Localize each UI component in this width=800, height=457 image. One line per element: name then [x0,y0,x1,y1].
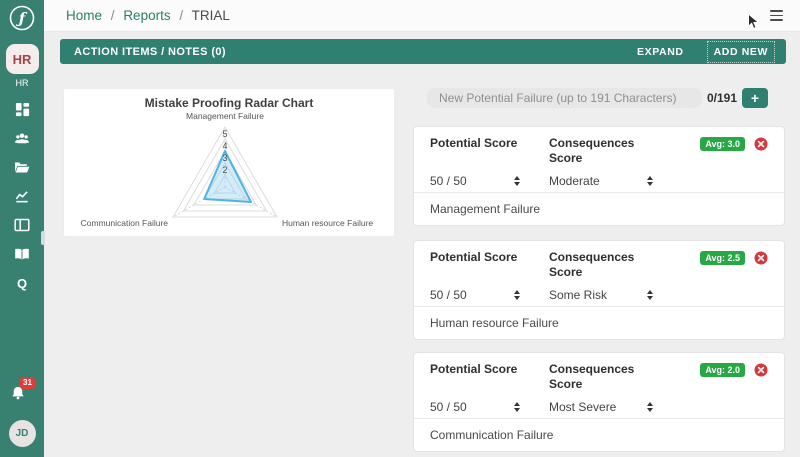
potential-score-select[interactable]: 50 / 50 [430,174,520,188]
user-avatar[interactable]: JD [8,420,36,447]
radar-chart-card: Mistake Proofing Radar Chart 2 3 4 5 Managem… [63,88,395,237]
potential-score-value: 50 / 50 [430,400,467,414]
action-items-bar: ACTION ITEMS / NOTES (0) EXPAND ADD NEW [60,39,786,64]
add-new-button[interactable]: ADD NEW [706,40,776,63]
avg-score-badge: Avg: 2.5 [700,251,745,265]
notifications-bell-icon[interactable]: 31 [10,377,35,406]
avg-score-badge: Avg: 2.0 [700,363,745,377]
consequences-score-select[interactable]: Some Risk [549,288,653,302]
delete-icon[interactable] [754,251,768,265]
potential-score-label: Potential Score [430,136,518,150]
breadcrumb-separator: / [179,8,184,23]
delete-icon[interactable] [754,137,768,151]
dashboard-icon[interactable] [11,98,33,120]
app-logo-icon[interactable]: ƒ [8,4,36,37]
sidebar: ƒ HR HR Q 31 JD [0,0,44,457]
menu-hamburger-icon[interactable] [769,7,784,23]
topbar: Home / Reports / TRIAL [44,0,800,32]
sidebar-nav: Q [11,98,33,294]
sidebar-bottom: 31 JD [8,377,36,457]
book-icon[interactable] [11,243,33,265]
svg-text:4: 4 [222,141,227,151]
folder-icon[interactable] [11,156,33,178]
breadcrumb-reports-link[interactable]: Reports [123,8,170,23]
consequences-score-value: Moderate [549,174,600,188]
select-arrows-icon [647,176,653,186]
sidebar-resize-handle[interactable] [41,231,45,245]
potential-score-value: 50 / 50 [430,288,467,302]
avg-score-badge: Avg: 3.0 [700,137,745,151]
users-icon[interactable] [11,127,33,149]
breadcrumb-separator: / [110,8,115,23]
consequences-score-select[interactable]: Moderate [549,174,653,188]
char-counter: 0/191 [707,91,738,105]
potential-score-value: 50 / 50 [430,174,467,188]
select-arrows-icon [514,402,520,412]
action-item-card: Potential Score Consequences Score Avg: … [413,126,785,226]
potential-score-select[interactable]: 50 / 50 [430,400,520,414]
radar-chart: 2 3 4 5 Management Failure Human resource Fai… [81,111,374,228]
org-label: HR [15,78,29,88]
consequences-score-select[interactable]: Most Severe [549,400,653,414]
consequences-score-value: Some Risk [549,288,608,302]
app-window: ƒ HR HR Q 31 JD Home / Reports / TRIAL A… [0,0,800,457]
consequences-score-label: Consequences Score [549,250,635,279]
failure-title: Communication Failure [414,418,784,451]
org-badge[interactable]: HR [5,44,39,74]
svg-text:Communication Failure: Communication Failure [81,218,169,228]
failure-title: Management Failure [414,192,784,225]
potential-score-label: Potential Score [430,250,518,264]
failure-title: Human resource Failure [414,306,784,339]
consequences-score-label: Consequences Score [549,136,635,165]
breadcrumb-current: TRIAL [191,8,230,23]
notification-count-badge: 31 [20,377,35,389]
svg-text:Human resource Failure: Human resource Failure [282,218,373,228]
breadcrumb-home-link[interactable]: Home [66,8,102,23]
potential-score-label: Potential Score [430,362,518,376]
delete-icon[interactable] [754,363,768,377]
svg-text:ƒ: ƒ [16,10,28,28]
action-item-card: Potential Score Consequences Score Avg: … [413,240,785,340]
consequences-score-label: Consequences Score [549,362,635,391]
svg-text:Management Failure: Management Failure [186,111,264,121]
search-q-icon[interactable]: Q [11,272,33,294]
expand-button[interactable]: EXPAND [633,44,688,60]
radar-chart-title: Mistake Proofing Radar Chart [144,96,314,110]
select-arrows-icon [514,290,520,300]
new-failure-input[interactable] [427,88,702,108]
select-arrows-icon [647,402,653,412]
action-item-card: Potential Score Consequences Score Avg: … [413,352,785,452]
action-items-title: ACTION ITEMS / NOTES (0) [74,45,226,58]
consequences-score-value: Most Severe [549,400,617,414]
add-failure-button[interactable]: + [742,88,768,108]
select-arrows-icon [647,290,653,300]
svg-text:5: 5 [222,129,227,139]
potential-score-select[interactable]: 50 / 50 [430,288,520,302]
chart-line-icon[interactable] [11,185,33,207]
svg-text:3: 3 [222,153,227,163]
breadcrumb: Home / Reports / TRIAL [66,8,230,23]
panels-icon[interactable] [11,214,33,236]
select-arrows-icon [514,176,520,186]
svg-text:2: 2 [222,165,227,175]
